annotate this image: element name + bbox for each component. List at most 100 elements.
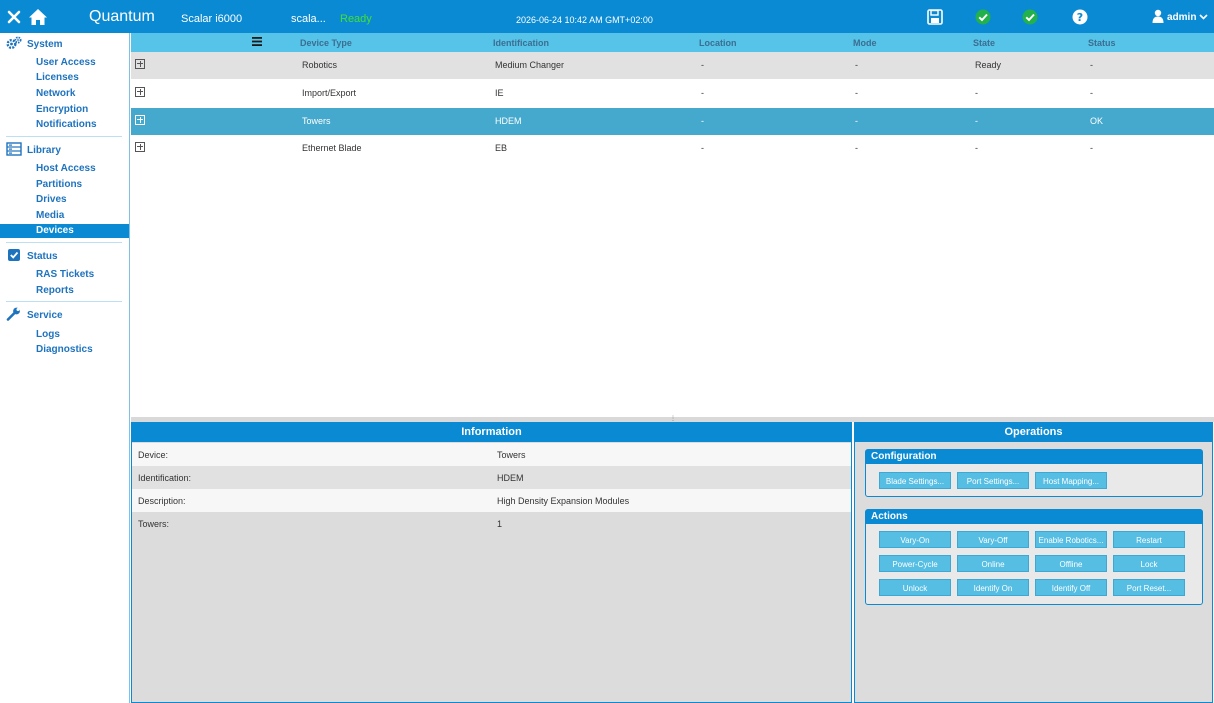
info-row: Device: Towers [132,443,851,466]
sidebar-section-system[interactable]: System [6,36,63,52]
check-icon[interactable] [973,7,993,27]
sidebar-item-host-access[interactable]: Host Access [36,162,96,175]
user-icon [1152,9,1164,26]
sidebar-item-media[interactable]: Media [36,209,64,222]
cell-status: - [1090,60,1093,70]
column-header-state[interactable]: State [973,38,995,48]
sidebar-item-partitions[interactable]: Partitions [36,178,82,191]
info-label: Description: [138,496,186,506]
sidebar-item-encryption[interactable]: Encryption [36,103,88,116]
column-header-status[interactable]: Status [1088,38,1116,48]
cell-identification: IE [495,88,504,98]
table-row[interactable]: Towers HDEM - - - OK [131,108,1214,135]
actions-group: Actions Vary-On Vary-Off Enable Robotics… [865,509,1203,605]
sidebar-section-service[interactable]: Service [6,307,63,323]
column-header-mode[interactable]: Mode [853,38,877,48]
info-row: Identification: HDEM [132,466,851,489]
info-value: High Density Expansion Modules [497,496,630,506]
sidebar-item-logs[interactable]: Logs [36,328,60,341]
wrench-icon [6,307,22,324]
expand-icon[interactable] [135,142,145,152]
table-row[interactable]: Import/Export IE - - - - [131,80,1214,107]
cell-mode: - [855,143,858,153]
date-time: 2026-06-24 10:42 AM GMT+02:00 [516,15,653,25]
port-settings-button[interactable]: Port Settings... [957,472,1029,489]
identify-on-button[interactable]: Identify On [957,579,1029,596]
expand-icon[interactable] [135,87,145,97]
sidebar-item-network[interactable]: Network [36,87,75,100]
sidebar-item-ras-tickets[interactable]: RAS Tickets [36,268,94,281]
power-cycle-button[interactable]: Power-Cycle [879,555,951,572]
expand-icon[interactable] [135,115,145,125]
sidebar: System User Access Licenses Network Encr… [0,33,130,703]
offline-button[interactable]: Offline [1035,555,1107,572]
svg-text:?: ? [1077,11,1083,24]
cell-location: - [701,60,704,70]
info-value: Towers [497,450,526,460]
identify-off-button[interactable]: Identify Off [1035,579,1107,596]
lock-button[interactable]: Lock [1113,555,1185,572]
table-row[interactable]: Ethernet Blade EB - - - - [131,135,1214,162]
check-icon[interactable] [1020,7,1040,27]
cell-state: - [975,116,978,126]
cell-identification: EB [495,143,508,153]
sidebar-item-drives[interactable]: Drives [36,193,67,206]
vary-on-button[interactable]: Vary-On [879,531,951,548]
column-header-device-type[interactable]: Device Type [300,38,352,48]
enable-robotics-button[interactable]: Enable Robotics... [1035,531,1107,548]
sidebar-item-devices[interactable]: Devices [0,224,129,238]
cell-identification: HDEM [495,116,522,126]
sidebar-item-notifications[interactable]: Notifications [36,118,97,131]
info-label: Device: [138,450,169,460]
cell-location: - [701,143,704,153]
online-button[interactable]: Online [957,555,1029,572]
cell-state: - [975,143,978,153]
sidebar-item-licenses[interactable]: Licenses [36,71,79,84]
expand-icon[interactable] [135,59,145,69]
library-state: Ready [340,13,372,25]
column-menu-icon[interactable] [252,37,262,48]
save-icon[interactable] [925,7,945,27]
info-label: Identification: [138,473,192,483]
cell-status: - [1090,143,1093,153]
user-menu[interactable]: admin [1152,9,1209,26]
sidebar-item-diagnostics[interactable]: Diagnostics [36,343,93,356]
table-row[interactable]: Robotics Medium Changer - - Ready - [131,52,1214,79]
column-header-identification[interactable]: Identification [493,38,549,48]
sidebar-section-label: System [27,38,63,50]
unlock-button[interactable]: Unlock [879,579,951,596]
gears-icon [6,36,22,53]
sidebar-section-label: Status [27,250,58,262]
panel-title: Information [132,423,851,442]
operations-panel: Operations Configuration Blade Settings.… [854,422,1213,703]
vary-off-button[interactable]: Vary-Off [957,531,1029,548]
cell-identification: Medium Changer [495,60,565,70]
blade-settings-button[interactable]: Blade Settings... [879,472,951,489]
divider [6,136,122,137]
cell-location: - [701,116,704,126]
user-name: admin [1167,12,1197,23]
sidebar-item-user-access[interactable]: User Access [36,56,96,69]
sidebar-section-label: Library [27,144,61,156]
sidebar-section-library[interactable]: Library [6,141,61,159]
column-header-location[interactable]: Location [699,38,737,48]
sidebar-section-status[interactable]: Status [6,248,58,264]
info-row: Description: High Density Expansion Modu… [132,489,851,512]
library-icon [6,141,22,159]
cell-mode: - [855,88,858,98]
help-icon[interactable]: ? [1070,7,1090,27]
home-icon[interactable] [28,7,48,27]
cell-device-type: Towers [302,116,331,126]
cell-mode: - [855,116,858,126]
close-icon[interactable] [4,7,24,27]
cell-status: - [1090,88,1093,98]
host-mapping-button[interactable]: Host Mapping... [1035,472,1107,489]
info-value: 1 [497,519,503,529]
information-panel: Information Device: Towers Identificatio… [131,422,852,703]
restart-button[interactable]: Restart [1113,531,1185,548]
library-name[interactable]: scala... [291,13,326,25]
sidebar-item-reports[interactable]: Reports [36,284,74,297]
cell-device-type: Import/Export [302,88,357,98]
port-reset-button[interactable]: Port Reset... [1113,579,1185,596]
divider [6,301,122,302]
